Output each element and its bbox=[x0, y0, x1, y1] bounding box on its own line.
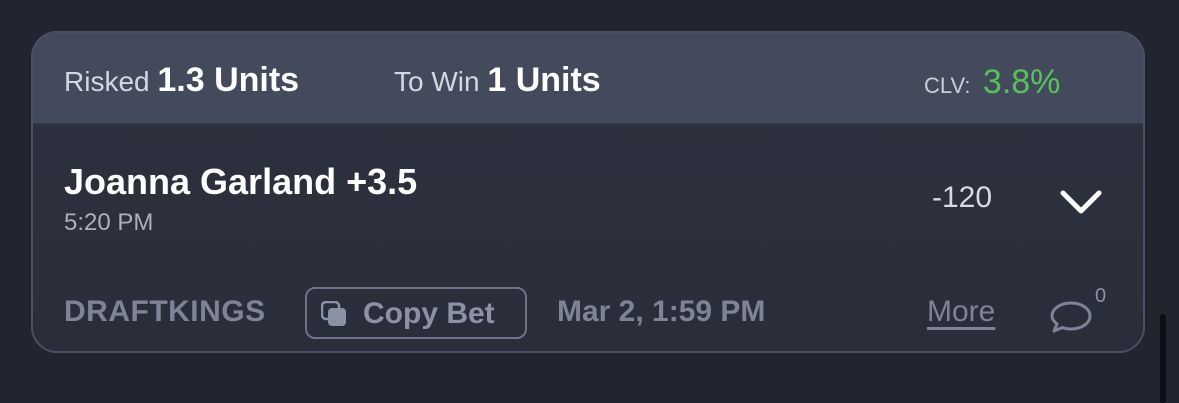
more-link[interactable]: More bbox=[927, 295, 995, 329]
bet-page: Risked 1.3 Units To Win 1 Units CLV: 3.8… bbox=[0, 0, 1179, 403]
to-win-label: To Win bbox=[394, 66, 480, 97]
comment-count: 0 bbox=[1095, 285, 1107, 307]
clv-label: CLV: bbox=[924, 73, 971, 98]
bet-odds: -120 bbox=[932, 181, 993, 214]
copy-bet-label: Copy Bet bbox=[363, 297, 495, 330]
bet-card-header: Risked 1.3 Units To Win 1 Units CLV: 3.8… bbox=[33, 33, 1143, 124]
scrollbar[interactable] bbox=[1160, 314, 1166, 403]
chevron-down-icon[interactable] bbox=[1057, 187, 1105, 217]
risked-summary: Risked 1.3 Units bbox=[64, 61, 299, 100]
to-win-summary: To Win 1 Units bbox=[394, 61, 601, 100]
comment-bubble-icon[interactable] bbox=[1049, 299, 1093, 335]
bet-card[interactable]: Risked 1.3 Units To Win 1 Units CLV: 3.8… bbox=[31, 31, 1145, 353]
sportsbook-name: DRAFTKINGS bbox=[64, 295, 266, 328]
placed-date: Mar 2, 1:59 PM bbox=[557, 295, 766, 328]
copy-icon bbox=[321, 301, 346, 326]
risked-label: Risked bbox=[64, 66, 150, 97]
clv-value: 3.8% bbox=[982, 63, 1061, 101]
to-win-value: 1 Units bbox=[487, 61, 601, 99]
pick-name: Joanna Garland +3.5 bbox=[64, 161, 418, 202]
clv-summary: CLV: 3.8% bbox=[924, 63, 1060, 102]
copy-bet-button[interactable]: Copy Bet bbox=[305, 287, 527, 339]
event-time: 5:20 PM bbox=[64, 209, 154, 236]
risked-value: 1.3 Units bbox=[157, 61, 300, 99]
